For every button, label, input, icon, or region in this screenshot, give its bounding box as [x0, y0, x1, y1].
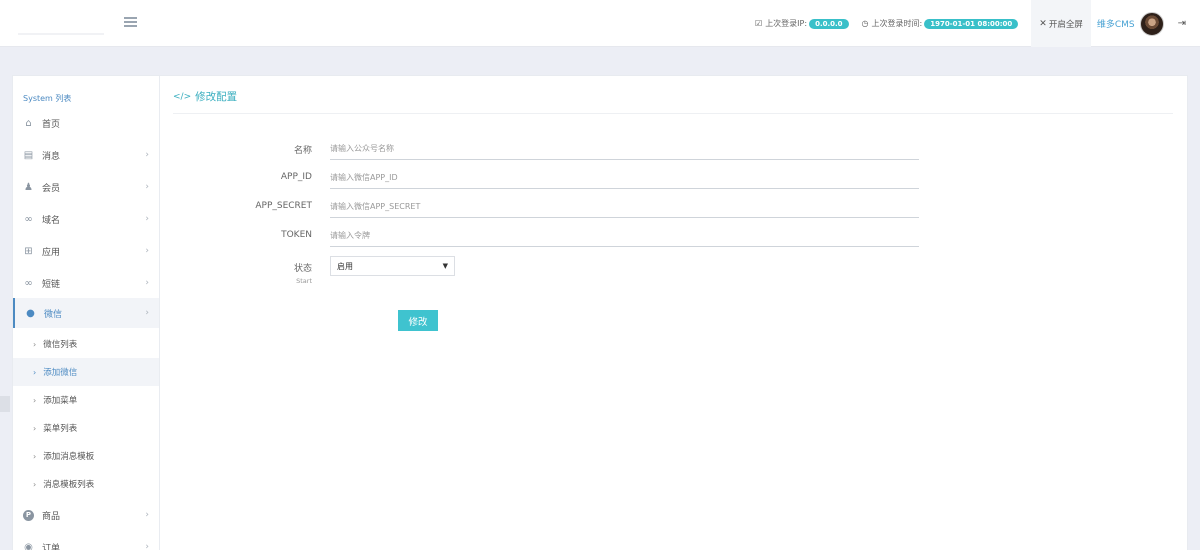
sidebar-subitem-label: 微信列表: [43, 340, 78, 350]
content-area: </> 修改配置 名称 APP_ID APP_SECRET TOKEN 状态 S…: [160, 76, 1188, 550]
link-icon: ∞: [24, 277, 33, 289]
app-secret-field[interactable]: [330, 196, 919, 218]
field-label: APP_ID: [280, 172, 312, 182]
field-label: 状态: [293, 264, 312, 274]
order-icon: ◉: [24, 541, 33, 550]
chevron-right-icon: ›: [33, 451, 37, 461]
sidebar-subitem-template-list[interactable]: › 消息模板列表: [13, 470, 159, 498]
sidebar-item-label: 应用: [42, 247, 61, 258]
logo: [18, 12, 113, 37]
chevron-right-icon: ›: [33, 395, 37, 405]
link-icon: ∞: [24, 213, 33, 225]
document-icon: ▤: [23, 149, 34, 161]
field-label: 名称: [293, 146, 312, 156]
field-label: TOKEN: [281, 230, 312, 240]
main-panel: System 列表 ⌂ 首页 ▤ 消息 › ♟ 会员 › ∞ 域名 › ⊞ 应用…: [12, 75, 1188, 550]
sidebar-subitem-add-template[interactable]: › 添加消息模板: [13, 442, 159, 470]
checkbox-icon: ☑: [755, 19, 763, 28]
chevron-right-icon: ›: [33, 367, 37, 377]
chevron-right-icon: ›: [145, 278, 149, 288]
sidebar-subitem-label: 消息模板列表: [43, 480, 95, 490]
sidebar-item-messages[interactable]: ▤ 消息 ›: [13, 140, 159, 170]
sidebar-item-shortlinks[interactable]: ∞ 短链 ›: [13, 268, 159, 298]
wechat-icon: ●: [26, 307, 35, 319]
chevron-right-icon: ›: [33, 479, 37, 489]
status-select-value: 启用: [337, 261, 353, 271]
sidebar-item-label: 订单: [42, 543, 61, 550]
chevron-right-icon: ›: [145, 150, 149, 160]
side-collapse-handle[interactable]: [0, 396, 10, 412]
app-id-field[interactable]: [330, 167, 919, 189]
expand-icon: ✕: [1039, 18, 1047, 29]
sidebar-item-apps[interactable]: ⊞ 应用 ›: [13, 236, 159, 266]
sidebar-subitem-menu-list[interactable]: › 菜单列表: [13, 414, 159, 442]
chevron-right-icon: ›: [145, 308, 149, 318]
chevron-right-icon: ›: [145, 246, 149, 256]
last-ip-label: 上次登录IP:: [765, 19, 808, 28]
sidebar: System 列表 ⌂ 首页 ▤ 消息 › ♟ 会员 › ∞ 域名 › ⊞ 应用…: [13, 76, 160, 550]
field-sub-label: Start: [296, 277, 312, 285]
sidebar-item-wechat[interactable]: ● 微信 ›: [13, 298, 159, 328]
chevron-right-icon: ›: [33, 339, 37, 349]
sidebar-item-label: 消息: [42, 151, 61, 162]
last-login-ip: ☑ 上次登录IP: 0.0.0.0: [755, 18, 849, 29]
last-time-label: 上次登录时间:: [871, 19, 923, 28]
sidebar-item-label: 首页: [42, 119, 61, 130]
sidebar-item-orders[interactable]: ◉ 订单 ›: [13, 532, 159, 550]
code-icon: </>: [173, 91, 192, 102]
sidebar-item-label: 商品: [42, 511, 61, 522]
name-field[interactable]: [330, 138, 919, 160]
user-icon: ♟: [24, 181, 33, 193]
last-time-badge: 1970-01-01 08:00:00: [924, 18, 1019, 29]
p-icon: P: [23, 509, 34, 521]
chevron-right-icon: ›: [145, 510, 149, 520]
sidebar-item-label: 会员: [42, 183, 61, 194]
sidebar-title: System 列表: [23, 94, 72, 103]
sidebar-item-members[interactable]: ♟ 会员 ›: [13, 172, 159, 202]
sidebar-item-label: 域名: [42, 215, 61, 226]
chevron-right-icon: ›: [145, 182, 149, 192]
title-divider: [173, 113, 1173, 114]
sidebar-item-label: 微信: [44, 309, 63, 320]
home-icon: ⌂: [25, 117, 32, 129]
last-login-time: ◷ 上次登录时间: 1970-01-01 08:00:00: [862, 18, 1019, 29]
user-name[interactable]: 维多CMS: [1097, 17, 1135, 30]
page-title-text: 修改配置: [195, 91, 238, 103]
sidebar-subitem-label: 添加菜单: [43, 396, 78, 406]
logout-icon[interactable]: ⇥: [1178, 18, 1186, 29]
top-bar: ☑ 上次登录IP: 0.0.0.0 ◷ 上次登录时间: 1970-01-01 0…: [0, 0, 1200, 47]
submit-button[interactable]: 修改: [398, 310, 438, 331]
chevron-right-icon: ›: [145, 214, 149, 224]
field-label: APP_SECRET: [255, 201, 312, 211]
list-icon[interactable]: [124, 17, 137, 28]
token-field[interactable]: [330, 225, 919, 247]
sidebar-subitem-label: 菜单列表: [43, 424, 78, 434]
gift-icon: ⊞: [24, 245, 33, 257]
sidebar-item-label: 短链: [42, 279, 61, 290]
fullscreen-button[interactable]: ✕ 开启全屏: [1031, 0, 1091, 47]
sidebar-subitem-add-menu[interactable]: › 添加菜单: [13, 386, 159, 414]
clock-icon: ◷: [861, 19, 869, 28]
avatar[interactable]: [1139, 11, 1164, 36]
last-ip-badge: 0.0.0.0: [809, 18, 849, 29]
sidebar-item-domains[interactable]: ∞ 域名 ›: [13, 204, 159, 234]
chevron-right-icon: ›: [145, 542, 149, 550]
sidebar-item-products[interactable]: P 商品 ›: [13, 500, 159, 530]
fullscreen-label: 开启全屏: [1048, 19, 1083, 30]
page-title: </> 修改配置: [173, 89, 237, 104]
caret-down-icon: ▼: [442, 262, 448, 270]
sidebar-subitem-label: 添加消息模板: [43, 452, 95, 462]
status-select[interactable]: 启用 ▼: [330, 256, 455, 276]
chevron-right-icon: ›: [33, 423, 37, 433]
sidebar-subitem-wechat-list[interactable]: › 微信列表: [13, 330, 159, 358]
sidebar-subitem-add-wechat[interactable]: › 添加微信: [13, 358, 159, 386]
top-right-toolbar: ☑ 上次登录IP: 0.0.0.0 ◷ 上次登录时间: 1970-01-01 0…: [755, 0, 1200, 47]
sidebar-subitem-label: 添加微信: [43, 368, 78, 378]
sidebar-item-home[interactable]: ⌂ 首页: [13, 108, 159, 138]
